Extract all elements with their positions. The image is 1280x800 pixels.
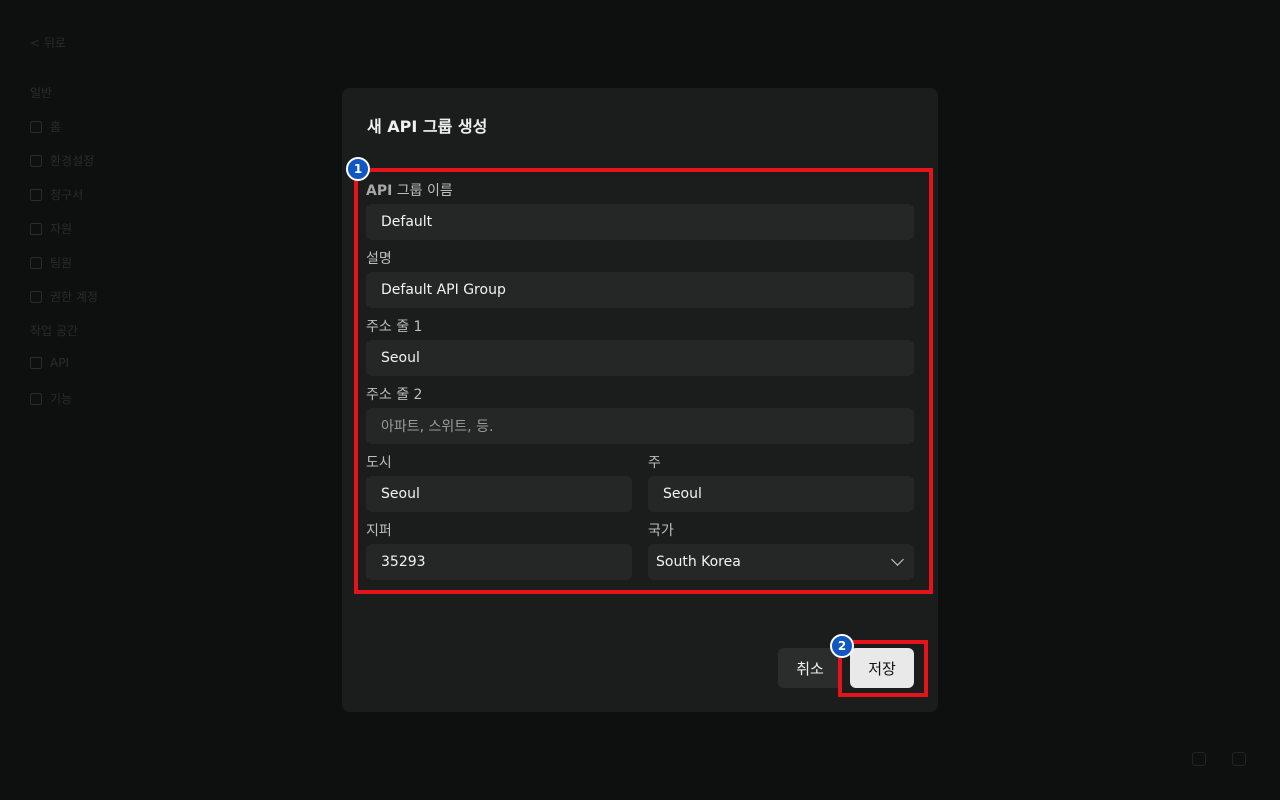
home-icon [30,120,42,133]
background-sidebar: < 뒤로 일반 홈 환경설정 청구서 자원 팀원 권한 계정 작업 공간 API… [0,0,210,800]
sidebar-item: 환경설정 [30,152,94,169]
sidebar-item: 청구서 [30,186,83,203]
step-badge-1: 1 [346,157,370,181]
sidebar-item: API [30,356,69,370]
back-link: < 뒤로 [30,36,66,50]
invoice-icon [30,188,42,201]
team-icon [30,256,42,269]
dialog-title: 새 API 그룹 생성 [367,117,488,136]
sidebar-item: 기능 [30,390,72,407]
phone-icon [1192,752,1206,766]
settings-icon [30,154,42,167]
resource-icon [30,222,42,235]
sidebar-item: 팀원 [30,254,72,271]
form-fields-highlight [354,168,933,594]
step-badge-2: 2 [830,634,854,658]
sidebar-section-general: 일반 [30,86,53,100]
help-icon [1232,752,1246,766]
api-icon [30,357,42,369]
sidebar-section-workspace: 작업 공간 [30,324,78,338]
feature-icon [30,392,42,405]
sidebar-item: 권한 계정 [30,288,98,305]
permission-icon [30,290,42,303]
sidebar-item: 홈 [30,118,61,135]
sidebar-item: 자원 [30,220,72,237]
